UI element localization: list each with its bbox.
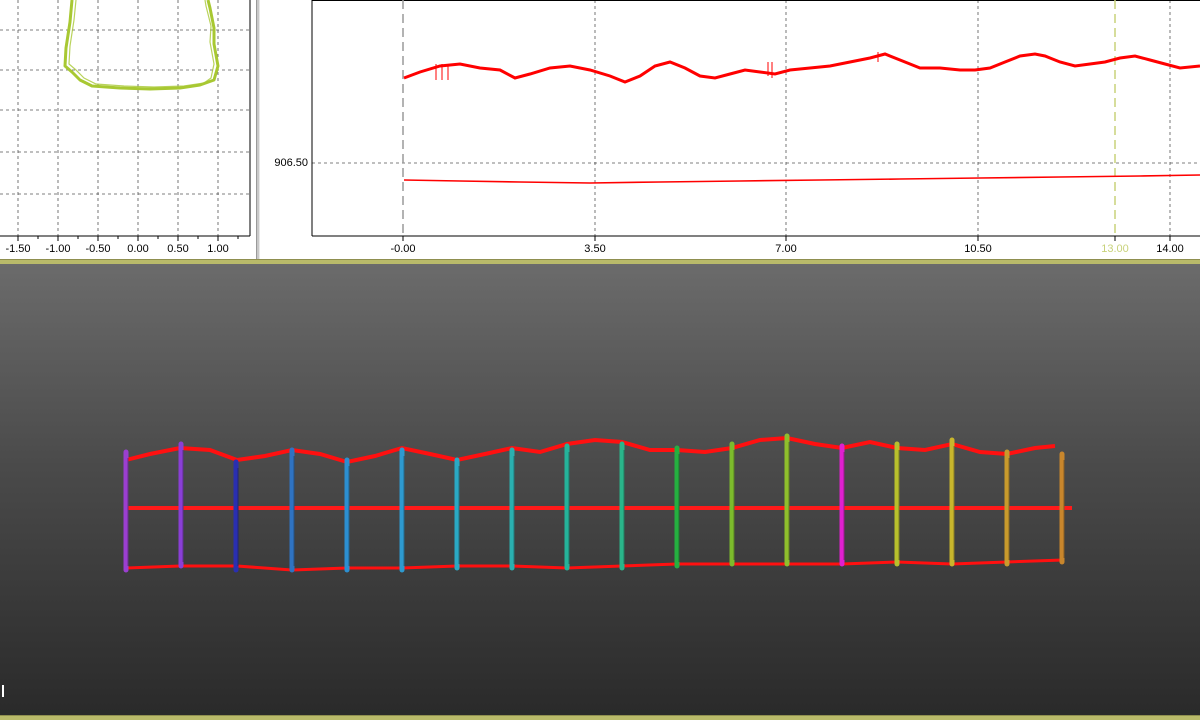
cross-section-panel[interactable]: -1.50 -1.00 -0.50 0.00 0.50 1.00 — [0, 0, 256, 260]
profile-tick-label: 10.50 — [964, 243, 992, 255]
3d-viewport[interactable] — [0, 264, 1200, 715]
profile-tick-label: -0.00 — [390, 243, 415, 255]
corridor-bottom-edge — [125, 558, 1064, 572]
profile-upper-line — [403, 52, 1200, 84]
cross-section-outline-secondary — [68, 0, 215, 88]
cross-section-tick-label: 1.00 — [207, 243, 228, 255]
profile-lower-line — [403, 174, 1200, 184]
profile-marker-label: 13.00 — [1101, 243, 1129, 255]
cross-section-tick-labels: -1.50 -1.00 -0.50 0.00 0.50 1.00 — [5, 236, 239, 255]
cross-section-plot: -1.50 -1.00 -0.50 0.00 0.50 1.00 — [0, 0, 251, 255]
profile-y-tick-label: 906.50 — [274, 157, 308, 169]
cross-section-tick-label: -0.50 — [85, 243, 110, 255]
cross-section-tick-label: -1.00 — [45, 243, 70, 255]
profile-plot: 906.50 -0.00 3.50 7.00 10.50 13.00 14.00 — [274, 0, 1200, 255]
bottom-status-strip — [0, 715, 1200, 720]
profile-tick-label: 7.00 — [775, 243, 796, 255]
cross-section-tick-label: -1.50 — [5, 243, 30, 255]
profile-tick-labels: -0.00 3.50 7.00 10.50 13.00 14.00 — [390, 236, 1184, 255]
3d-scene — [123, 433, 1072, 573]
cross-section-outline — [63, 0, 220, 91]
profile-panel[interactable]: 906.50 -0.00 3.50 7.00 10.50 13.00 14.00 — [260, 0, 1200, 260]
profile-grid — [312, 0, 1200, 236]
profile-tick-label: 14.00 — [1156, 243, 1184, 255]
corridor-top-edge — [125, 435, 1056, 465]
view-corner-marker — [2, 685, 4, 697]
cross-section-tick-label: 0.50 — [167, 243, 188, 255]
profile-tick-label: 3.50 — [584, 243, 605, 255]
cross-section-tick-label: 0.00 — [127, 243, 148, 255]
